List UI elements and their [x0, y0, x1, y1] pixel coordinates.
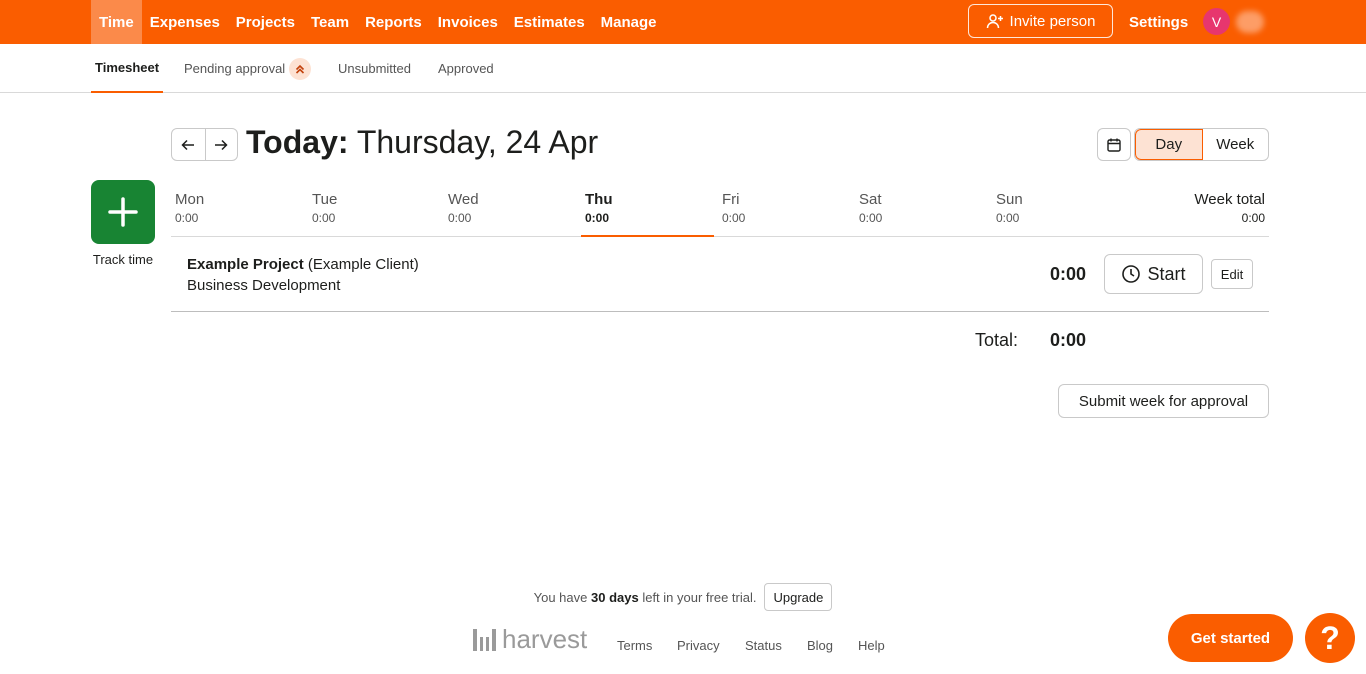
trial-notice: You have 30 days left in your free trial… — [0, 583, 1366, 611]
start-timer-button[interactable]: Start — [1104, 254, 1203, 294]
week-day-strip: Mon 0:00 Tue 0:00 Wed 0:00 Thu 0:00 Fri … — [171, 180, 1269, 237]
double-chevron-up-icon — [289, 57, 312, 80]
clock-icon — [1122, 265, 1141, 283]
trial-suffix: left in your free trial. — [642, 589, 757, 605]
help-button[interactable]: ? — [1305, 613, 1355, 663]
user-name-blurred[interactable] — [1236, 11, 1264, 33]
tab-timesheet[interactable]: Timesheet — [91, 44, 164, 93]
top-navigation-bar: Time Expenses Projects Team Reports Invo… — [0, 0, 1366, 44]
day-time: 0:00 — [996, 211, 1020, 225]
footer-link-privacy[interactable]: Privacy — [677, 638, 720, 653]
nav-item-estimates[interactable]: Estimates — [506, 0, 593, 44]
day-name: Wed — [448, 191, 479, 208]
submit-week-button[interactable]: Submit week for approval — [1058, 384, 1269, 418]
harvest-logo-text: harvest — [502, 624, 588, 654]
day-name: Fri — [722, 191, 740, 208]
nav-item-expenses[interactable]: Expenses — [142, 0, 228, 44]
nav-item-invoices[interactable]: Invoices — [430, 0, 506, 44]
page-title: Today: Thursday, 24 Apr — [246, 124, 598, 161]
day-time: 0:00 — [585, 211, 610, 225]
footer-link-status[interactable]: Status — [745, 638, 782, 653]
trial-prefix: You have — [533, 589, 588, 605]
main-nav: Time Expenses Projects Team Reports Invo… — [91, 0, 665, 44]
entry-duration: 0:00 — [1050, 264, 1087, 284]
footer-link-terms[interactable]: Terms — [617, 638, 652, 653]
day-tue[interactable]: Tue 0:00 — [308, 180, 441, 237]
day-time: 0:00 — [722, 211, 746, 225]
edit-entry-button[interactable]: Edit — [1211, 259, 1253, 289]
entry-task-name: Business Development — [187, 277, 341, 294]
trial-text: You have 30 days left in your free trial… — [534, 590, 757, 605]
plus-icon — [108, 197, 138, 227]
footer-link-help[interactable]: Help — [858, 638, 885, 653]
add-person-icon — [986, 14, 1003, 29]
arrow-left-icon — [181, 139, 195, 150]
week-total-label: Week total — [1194, 191, 1265, 208]
calendar-button[interactable] — [1097, 128, 1131, 161]
day-name: Sat — [859, 191, 882, 208]
week-total: Week total 0:00 — [1194, 180, 1265, 225]
tab-pending-approval[interactable]: Pending approval — [184, 44, 312, 93]
day-wed[interactable]: Wed 0:00 — [444, 180, 577, 237]
time-entry-row: Example Project (Example Client) Busines… — [171, 237, 1269, 312]
view-toggle: Day Week — [1134, 128, 1269, 161]
day-name: Thu — [585, 191, 613, 208]
day-time: 0:00 — [859, 211, 883, 225]
week-total-time: 0:00 — [1241, 211, 1265, 225]
sub-navigation: Timesheet Pending approval Unsubmitted A… — [0, 44, 1366, 93]
harvest-logo-icon — [473, 628, 496, 651]
total-label: Total: — [975, 330, 1019, 350]
day-name: Sun — [996, 191, 1023, 208]
day-sat[interactable]: Sat 0:00 — [855, 180, 988, 237]
tab-pending-approval-label: Pending approval — [184, 61, 286, 76]
track-time-label: Track time — [92, 252, 154, 267]
tab-unsubmitted[interactable]: Unsubmitted — [338, 44, 411, 93]
trial-days: 30 days — [591, 589, 639, 605]
total-value: 0:00 — [1050, 330, 1087, 350]
date-text: Thursday, 24 Apr — [356, 124, 599, 160]
nav-item-team[interactable]: Team — [303, 0, 357, 44]
previous-day-button[interactable] — [172, 129, 205, 160]
nav-item-reports[interactable]: Reports — [357, 0, 430, 44]
entry-project-name: Example Project — [187, 256, 304, 273]
day-fri[interactable]: Fri 0:00 — [718, 180, 851, 237]
day-time: 0:00 — [448, 211, 472, 225]
invite-person-button[interactable]: Invite person — [968, 4, 1113, 38]
get-started-button[interactable]: Get started — [1168, 614, 1293, 662]
day-name: Mon — [175, 191, 205, 208]
day-mon[interactable]: Mon 0:00 — [171, 180, 304, 237]
week-view-button[interactable]: Week — [1203, 129, 1269, 160]
date-prefix: Today: — [246, 124, 349, 160]
day-view-button[interactable]: Day — [1135, 129, 1203, 160]
user-avatar[interactable]: V — [1203, 8, 1230, 35]
invite-person-label: Invite person — [1009, 12, 1096, 30]
track-time-button[interactable] — [91, 180, 155, 244]
nav-item-manage[interactable]: Manage — [593, 0, 665, 44]
nav-item-projects[interactable]: Projects — [228, 0, 303, 44]
next-day-button[interactable] — [204, 129, 238, 160]
tab-approved[interactable]: Approved — [438, 44, 494, 93]
arrow-right-icon — [215, 139, 228, 150]
day-name: Tue — [312, 191, 338, 208]
day-time: 0:00 — [175, 211, 199, 225]
settings-link[interactable]: Settings — [1129, 0, 1188, 44]
footer-link-blog[interactable]: Blog — [807, 638, 833, 653]
day-thu[interactable]: Thu 0:00 — [581, 180, 714, 237]
upgrade-button[interactable]: Upgrade — [764, 583, 833, 611]
entry-client-name: (Example Client) — [307, 256, 419, 273]
entry-project: Example Project (Example Client) — [187, 256, 419, 273]
date-navigation — [171, 128, 238, 161]
calendar-icon — [1107, 138, 1121, 152]
nav-item-time[interactable]: Time — [91, 0, 142, 44]
day-sun[interactable]: Sun 0:00 — [992, 180, 1125, 237]
harvest-logo[interactable]: harvest — [472, 624, 587, 655]
start-timer-label: Start — [1147, 263, 1186, 284]
day-time: 0:00 — [312, 211, 336, 225]
